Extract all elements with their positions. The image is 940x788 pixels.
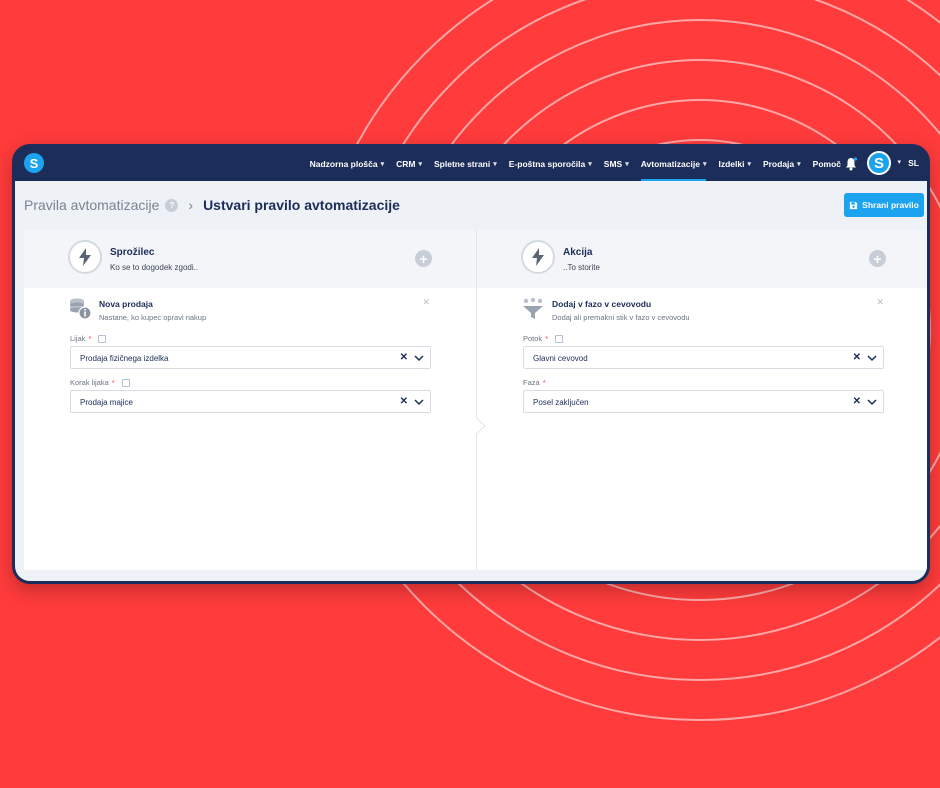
bell-icon[interactable] — [845, 157, 857, 171]
nav-item-label: Pomoč — [812, 159, 841, 169]
language-switcher[interactable]: SL — [908, 158, 919, 168]
chevron-down-icon[interactable]: ▾ — [897, 158, 901, 166]
add-action-button[interactable]: + — [869, 250, 886, 267]
chevron-down-icon: ▾ — [747, 161, 751, 168]
app-logo[interactable]: S — [24, 153, 44, 173]
chevron-down-icon: ▾ — [797, 161, 801, 168]
nav-item-label: Spletne strani — [434, 159, 491, 169]
chevron-right-icon: › — [188, 197, 194, 213]
funnel-select[interactable]: Prodaja fizičnega izdelka ✕ — [70, 346, 431, 369]
clear-icon[interactable]: ✕ — [853, 352, 861, 363]
pipeline-select[interactable]: Glavni cevovod ✕ — [523, 346, 884, 369]
close-icon[interactable]: ✕ — [876, 297, 884, 308]
save-rule-button[interactable]: Shrani pravilo — [844, 193, 924, 217]
main-content: Pravila avtomatizacije ? › Ustvari pravi… — [15, 181, 927, 581]
clear-icon[interactable]: ✕ — [400, 396, 408, 407]
nav-item-products[interactable]: Izdelki ▾ — [718, 147, 751, 181]
chevron-down-icon: ▾ — [418, 161, 423, 168]
action-header: Akcija ..To storite + — [477, 230, 927, 288]
pipeline-field-label: Potok * — [523, 334, 564, 343]
rule-editor: Sprožilec Ko se to dogodek zgodi.. + Nov… — [24, 230, 927, 570]
top-navbar: S Nadzorna plošča ▾ CRM ▾ Spletne strani ▾ … — [15, 147, 927, 181]
page-title: Ustvari pravilo avtomatizacije — [203, 197, 400, 213]
external-link-icon[interactable] — [121, 378, 130, 387]
nav-item-help[interactable]: Pomoč — [813, 147, 841, 181]
help-icon[interactable]: ? — [165, 198, 179, 212]
nav-item-sms[interactable]: SMS ▾ — [604, 147, 629, 181]
trigger-header: Sprožilec Ko se to dogodek zgodi.. + — [24, 230, 476, 288]
chevron-down-icon[interactable] — [867, 397, 877, 407]
chevron-down-icon: ▾ — [380, 161, 385, 168]
lightning-icon — [68, 240, 102, 274]
pipeline-label-text: Potok — [523, 334, 543, 343]
breadcrumb-parent-link[interactable]: Pravila avtomatizacije — [24, 197, 159, 213]
external-link-icon[interactable] — [98, 334, 107, 343]
action-title: Akcija — [563, 247, 593, 258]
nav-item-websites[interactable]: Spletne strani ▾ — [434, 147, 497, 181]
nav-item-label: Izdelki — [718, 159, 745, 169]
funnel-step-select[interactable]: Prodaja majice ✕ — [70, 390, 431, 413]
nav-item-label: Prodaja — [762, 159, 795, 169]
trigger-subtitle: Ko se to dogodek zgodi.. — [110, 263, 199, 272]
stage-select[interactable]: Posel zaključen ✕ — [523, 390, 884, 413]
floppy-disk-icon — [850, 201, 858, 209]
funnel-step-select-value: Prodaja majice — [80, 398, 133, 407]
main-menu: Nadzorna plošča ▾ CRM ▾ Spletne strani ▾ E-… — [310, 147, 841, 181]
nav-item-dashboard[interactable]: Nadzorna plošča ▾ — [310, 147, 385, 181]
required-marker: * — [542, 378, 546, 387]
required-marker: * — [111, 378, 115, 387]
lightning-icon — [521, 240, 555, 274]
app-window: S Nadzorna plošča ▾ CRM ▾ Spletne strani ▾ … — [12, 144, 930, 584]
trigger-block-title: Nova prodaja — [99, 299, 153, 309]
chevron-down-icon: ▾ — [702, 161, 707, 168]
stage-select-value: Posel zaključen — [533, 398, 589, 407]
nav-item-label: Avtomatizacije — [640, 159, 700, 169]
action-block-description: Dodaj ali premakni stik v fazo v cevovod… — [552, 313, 690, 322]
funnel-select-value: Prodaja fizičnega izdelka — [80, 354, 169, 363]
nav-item-sales[interactable]: Prodaja ▾ — [763, 147, 801, 181]
chevron-down-icon: ▾ — [588, 161, 592, 168]
trigger-panel: Sprožilec Ko se to dogodek zgodi.. + Nov… — [24, 230, 477, 570]
nav-item-crm[interactable]: CRM ▾ — [396, 147, 422, 181]
trigger-block-description: Nastane, ko kupec opravi nakup — [99, 313, 207, 322]
chevron-down-icon[interactable] — [867, 353, 877, 363]
external-link-icon[interactable] — [555, 334, 564, 343]
chevron-down-icon[interactable] — [414, 397, 424, 407]
breadcrumb: Pravila avtomatizacije ? › Ustvari pravi… — [24, 197, 400, 213]
chevron-down-icon: ▾ — [493, 161, 497, 168]
action-subtitle: ..To storite — [563, 263, 600, 272]
stage-label-text: Faza — [523, 378, 540, 387]
nav-item-label: Nadzorna plošča — [309, 159, 378, 169]
avatar[interactable]: S — [867, 151, 891, 175]
action-block-title: Dodaj v fazo v cevovodu — [552, 299, 652, 309]
close-icon[interactable]: ✕ — [422, 297, 430, 308]
save-rule-label: Shrani pravilo — [862, 200, 919, 210]
trigger-title: Sprožilec — [110, 247, 155, 258]
pipeline-select-value: Glavni cevovod — [533, 354, 588, 363]
coins-info-icon — [70, 298, 92, 320]
nav-item-label: CRM — [396, 159, 416, 169]
chevron-down-icon: ▾ — [625, 161, 629, 168]
nav-item-label: E-poštna sporočila — [508, 159, 586, 169]
stage-field-label: Faza * — [523, 378, 546, 387]
clear-icon[interactable]: ✕ — [400, 352, 408, 363]
required-marker: * — [545, 334, 549, 343]
pipeline-funnel-icon — [523, 297, 543, 319]
funnel-field-label: Lijak * — [70, 334, 107, 343]
funnel-label-text: Lijak — [70, 334, 86, 343]
action-panel: Akcija ..To storite + Dodaj v fazo v cev… — [477, 230, 927, 570]
chevron-down-icon[interactable] — [414, 353, 424, 363]
funnel-step-label-text: Korak lijaka — [70, 378, 109, 387]
nav-item-emails[interactable]: E-poštna sporočila ▾ — [509, 147, 592, 181]
funnel-step-field-label: Korak lijaka * — [70, 378, 130, 387]
nav-item-label: SMS — [603, 159, 623, 169]
add-trigger-button[interactable]: + — [415, 250, 432, 267]
nav-item-automations[interactable]: Avtomatizacije ▾ — [640, 147, 707, 181]
required-marker: * — [88, 334, 92, 343]
clear-icon[interactable]: ✕ — [853, 396, 861, 407]
